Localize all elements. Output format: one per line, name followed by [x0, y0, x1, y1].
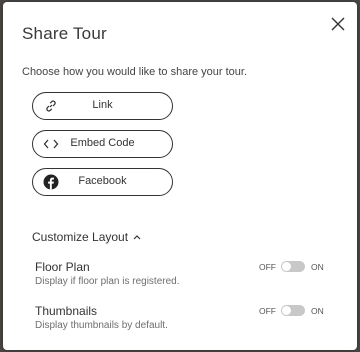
toggle-knob [282, 262, 291, 271]
thumbnails-on-label: ON [311, 306, 324, 316]
facebook-label: Facebook [78, 175, 127, 187]
thumbnails-toggle[interactable] [281, 305, 305, 316]
dialog-subtitle: Choose how you would like to share your … [22, 66, 248, 78]
floor-plan-on-label: ON [311, 262, 324, 272]
toggle-knob [282, 306, 291, 315]
share-link-label: Link [92, 99, 113, 111]
embed-code-label: Embed Code [70, 137, 135, 149]
dialog-title: Share Tour [22, 24, 107, 43]
thumbnails-title: Thumbnails [35, 304, 98, 318]
close-icon [331, 17, 345, 31]
customize-layout-label: Customize Layout [32, 230, 129, 244]
facebook-share-button[interactable]: Facebook [32, 168, 173, 196]
share-link-button[interactable]: Link [32, 92, 173, 120]
share-tour-dialog: Share Tour Choose how you would like to … [3, 2, 357, 350]
thumbnails-off-label: OFF [259, 306, 276, 316]
thumbnails-description: Display thumbnails by default. [35, 320, 168, 331]
chevron-up-icon [133, 235, 141, 240]
embed-code-button[interactable]: Embed Code [32, 130, 173, 158]
floor-plan-title: Floor Plan [35, 260, 90, 274]
close-button[interactable] [328, 14, 348, 34]
floor-plan-description: Display if floor plan is registered. [35, 276, 180, 287]
floor-plan-off-label: OFF [259, 262, 276, 272]
customize-layout-toggle[interactable]: Customize Layout [32, 230, 142, 244]
floor-plan-toggle[interactable] [281, 261, 305, 272]
